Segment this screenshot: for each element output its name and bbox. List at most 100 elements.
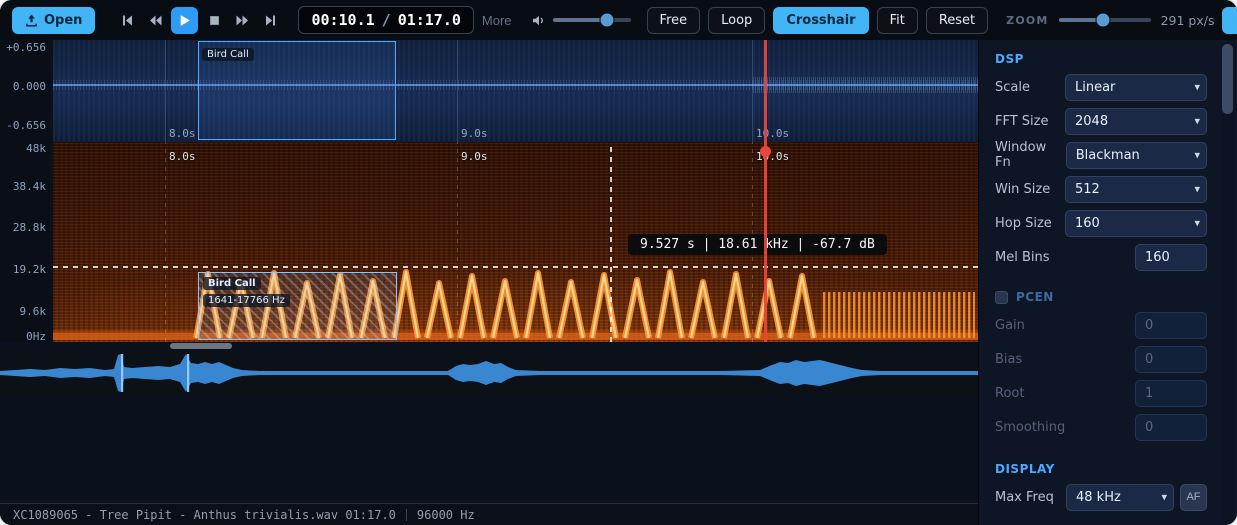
selection-range: 1641-17766 Hz <box>203 294 290 307</box>
fast-forward-button[interactable] <box>230 8 254 32</box>
fft-size-row: FFT Size 2048 <box>995 104 1207 138</box>
volume-control[interactable] <box>532 13 631 27</box>
navigation-waveform[interactable] <box>0 350 978 396</box>
window-fn-select[interactable]: Blackman <box>1065 141 1207 169</box>
amp-label: +0.656 <box>6 41 46 54</box>
upload-icon <box>26 13 37 27</box>
playhead[interactable] <box>764 40 767 142</box>
horizontal-scrollbar-thumb[interactable] <box>170 343 232 349</box>
mel-bins-label: Mel Bins <box>995 249 1050 265</box>
af-button[interactable]: AF <box>1180 483 1207 511</box>
gain-input <box>1135 311 1207 339</box>
skip-end-button[interactable] <box>258 8 282 32</box>
transport-controls <box>115 6 282 34</box>
file-info: XC1089065 - Tree Pipit - Anthus triviali… <box>13 507 396 522</box>
gridline <box>165 142 166 342</box>
reset-button[interactable]: Reset <box>925 6 989 34</box>
win-size-select[interactable]: 512 <box>1065 175 1207 203</box>
content-area: +0.656 0.000 -0.656 8.0s 9.0s 10.0s Bird… <box>0 40 978 525</box>
volume-slider-fill <box>552 18 608 22</box>
gridline <box>457 40 458 142</box>
dsp-heading: DSP <box>995 52 1024 66</box>
rewind-button[interactable] <box>143 8 167 32</box>
freq-label: 38.4k <box>12 180 46 193</box>
play-button[interactable] <box>171 6 199 34</box>
free-button[interactable]: Free <box>646 6 701 34</box>
fit-button[interactable]: Fit <box>876 6 918 34</box>
smoothing-row: Smoothing <box>995 410 1207 444</box>
panel-scrollbar[interactable] <box>1222 42 1233 522</box>
time-label: 8.0s <box>169 150 196 163</box>
skip-start-icon <box>122 15 132 25</box>
zoom-label: ZOOM <box>1006 13 1049 27</box>
waveform-minimap[interactable]: 8.0s 9.0s 10.0s Bird Call <box>53 40 978 142</box>
panel-scrollbar-thumb[interactable] <box>1222 44 1233 114</box>
fft-size-select[interactable]: 2048 <box>1065 107 1207 135</box>
scale-select[interactable]: Linear <box>1065 73 1207 101</box>
volume-slider-thumb[interactable] <box>600 13 614 27</box>
hop-size-label: Hop Size <box>995 215 1052 231</box>
root-label: Root <box>995 385 1025 401</box>
freq-label: 9.6k <box>19 305 47 318</box>
volume-slider[interactable] <box>552 13 631 27</box>
zoom-control: ZOOM 291 px/s <box>1006 13 1214 28</box>
window-fn-row: Window Fn Blackman <box>995 138 1207 172</box>
more-button[interactable]: More <box>482 13 512 28</box>
time-current: 00:10.1 <box>311 11 375 29</box>
selection-label: Bird Call <box>202 48 254 61</box>
time-label: 9.0s <box>461 150 488 163</box>
sample-rate: 96000 Hz <box>416 507 475 522</box>
time-label: 10.0s <box>756 127 790 140</box>
hop-size-row: Hop Size 160 <box>995 206 1207 240</box>
pcen-heading: PCEN <box>1016 290 1054 304</box>
scale-label: Scale <box>995 79 1030 95</box>
waveform-graphic <box>0 354 978 392</box>
window-fn-label: Window Fn <box>995 140 1047 170</box>
playhead[interactable] <box>764 142 767 342</box>
amplitude-axis: +0.656 0.000 -0.656 <box>0 40 50 142</box>
main-area: +0.656 0.000 -0.656 8.0s 9.0s 10.0s Bird… <box>0 40 1237 525</box>
root-row: Root <box>995 376 1207 410</box>
hop-size-select[interactable]: 160 <box>1065 209 1207 237</box>
crosshair-button[interactable]: Crosshair <box>773 6 869 34</box>
open-button-label: Open <box>44 12 83 28</box>
spectrogram[interactable]: 8.0s 9.0s 10.0s 9.527 s | 18.61 kHz | -6… <box>53 142 978 342</box>
status-divider <box>405 508 407 521</box>
pcen-checkbox[interactable] <box>995 290 1008 304</box>
spectrogram-selection[interactable]: Bird Call 1641-17766 Hz <box>198 272 397 340</box>
skip-end-icon <box>265 15 275 25</box>
mel-bins-input[interactable] <box>1135 243 1207 271</box>
status-bar: XC1089065 - Tree Pipit - Anthus triviali… <box>0 503 978 525</box>
stop-button[interactable] <box>202 8 226 32</box>
pcen-header: PCEN <box>995 290 1207 304</box>
gridline <box>457 142 458 342</box>
zoom-slider[interactable] <box>1058 13 1151 27</box>
skip-start-button[interactable] <box>115 8 139 32</box>
win-size-label: Win Size <box>995 181 1051 197</box>
freq-label: 0Hz <box>26 330 46 343</box>
amp-label: -0.656 <box>6 119 46 132</box>
time-label: 8.0s <box>169 127 196 140</box>
gridline <box>165 40 166 142</box>
amp-label: 0.000 <box>12 80 46 93</box>
max-freq-row: Max Freq 48 kHz AF <box>995 480 1207 514</box>
settings-button[interactable]: ⚙ Settings <box>1222 6 1237 34</box>
bias-row: Bias <box>995 342 1207 376</box>
settings-panel: DSP Scale Linear FFT Size 2048 Window Fn… <box>978 40 1237 525</box>
playhead-handle[interactable] <box>760 146 771 157</box>
time-separator: / <box>381 11 391 29</box>
app-window: Open 00:10.1 / 01:17.0 More Free Loop Cr… <box>0 0 1237 525</box>
frequency-axis: 48k 38.4k 28.8k 19.2k 9.6k 0Hz <box>0 142 50 343</box>
fast-forward-icon <box>236 15 248 25</box>
loop-button[interactable]: Loop <box>708 6 766 34</box>
minimap-selection[interactable]: Bird Call <box>198 41 396 140</box>
crosshair-vertical <box>610 142 612 342</box>
open-button[interactable]: Open <box>12 6 96 34</box>
max-freq-select[interactable]: 48 kHz <box>1066 483 1174 511</box>
time-label: 9.0s <box>461 127 488 140</box>
zoom-slider-thumb[interactable] <box>1096 13 1110 27</box>
volume-icon <box>532 15 543 25</box>
toolbar: Open 00:10.1 / 01:17.0 More Free Loop Cr… <box>0 0 1237 40</box>
time-display: 00:10.1 / 01:17.0 <box>298 6 474 34</box>
mel-bins-row: Mel Bins <box>995 240 1207 274</box>
